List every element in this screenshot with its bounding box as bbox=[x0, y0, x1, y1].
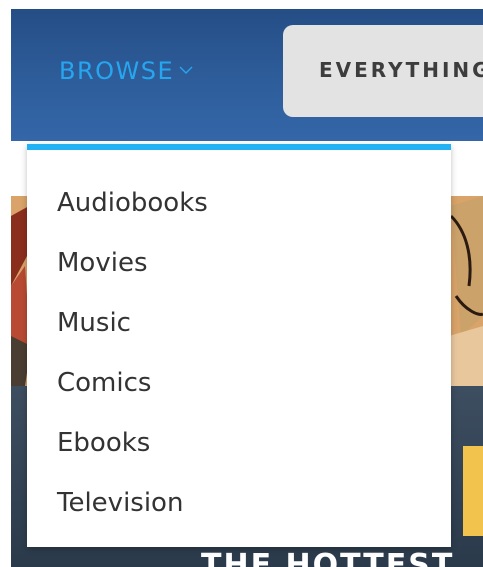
menu-item-music[interactable]: Music bbox=[57, 302, 208, 362]
banner-title-letter bbox=[463, 446, 483, 536]
chevron-down-icon bbox=[179, 66, 193, 74]
menu-item-movies[interactable]: Movies bbox=[57, 242, 208, 302]
page: THE HOTTEST BROWSE EVERYTHING Audiobooks… bbox=[0, 0, 483, 567]
menu-item-audiobooks[interactable]: Audiobooks bbox=[57, 182, 208, 242]
search-scope-label: EVERYTHING bbox=[319, 58, 483, 82]
site-header: BROWSE EVERYTHING bbox=[11, 9, 483, 141]
menu-item-television[interactable]: Television bbox=[57, 482, 208, 542]
menu-item-comics[interactable]: Comics bbox=[57, 362, 208, 422]
banner-tagline: THE HOTTEST bbox=[201, 548, 455, 567]
search-scope-selector[interactable]: EVERYTHING bbox=[283, 25, 483, 117]
browse-menu-toggle[interactable]: BROWSE bbox=[59, 57, 194, 85]
browse-dropdown-menu: Audiobooks Movies Music Comics Ebooks Te… bbox=[27, 144, 451, 547]
browse-menu-list: Audiobooks Movies Music Comics Ebooks Te… bbox=[57, 182, 208, 542]
browse-label: BROWSE bbox=[59, 57, 175, 85]
menu-item-ebooks[interactable]: Ebooks bbox=[57, 422, 208, 482]
